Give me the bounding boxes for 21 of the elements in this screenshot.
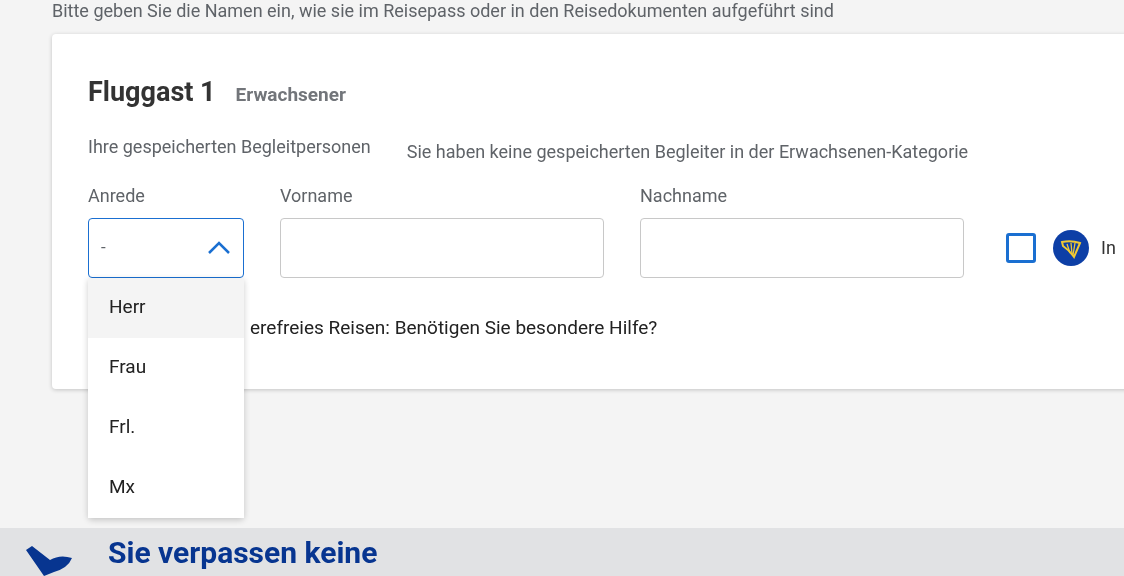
field-label: Nachname [640,183,729,208]
field-label: Vorname [280,183,354,208]
field-label: Anrede [88,183,146,208]
passenger-title: Fluggast 1 [88,75,216,110]
dropdown-option[interactable]: Mx [88,457,244,518]
harp-logo-icon [1053,229,1089,266]
checkbox[interactable] [1006,232,1036,263]
membership-label: In [1101,236,1116,260]
companions-label: Ihre gespeicherten Begleitpersonen [88,134,371,159]
dropdown-option[interactable]: Frl. [88,397,244,458]
first-name-field[interactable] [280,217,604,278]
passenger-category: Erwachsener [235,82,346,108]
assistance-text: erefreies Reisen: Benötigen Sie besondere Hilfe? [250,314,659,341]
last-name-field[interactable] [640,217,964,278]
chevron-up-icon [207,240,231,255]
intro-text: Bitte geben Sie die Namen ein, wie sie im Reisepass oder in den Reisedokumenten aufgeführt sind [52,0,835,22]
dropdown-option[interactable]: Herr [88,277,244,338]
banner-title: Sie verpassen keine [108,536,378,570]
salutation-select[interactable]: - [88,217,244,278]
dropdown-option[interactable]: Frau [88,337,244,398]
companions-message: Sie haben keine gespeicherten Begleiter in der Erwachsenen-Kategorie [406,139,969,164]
